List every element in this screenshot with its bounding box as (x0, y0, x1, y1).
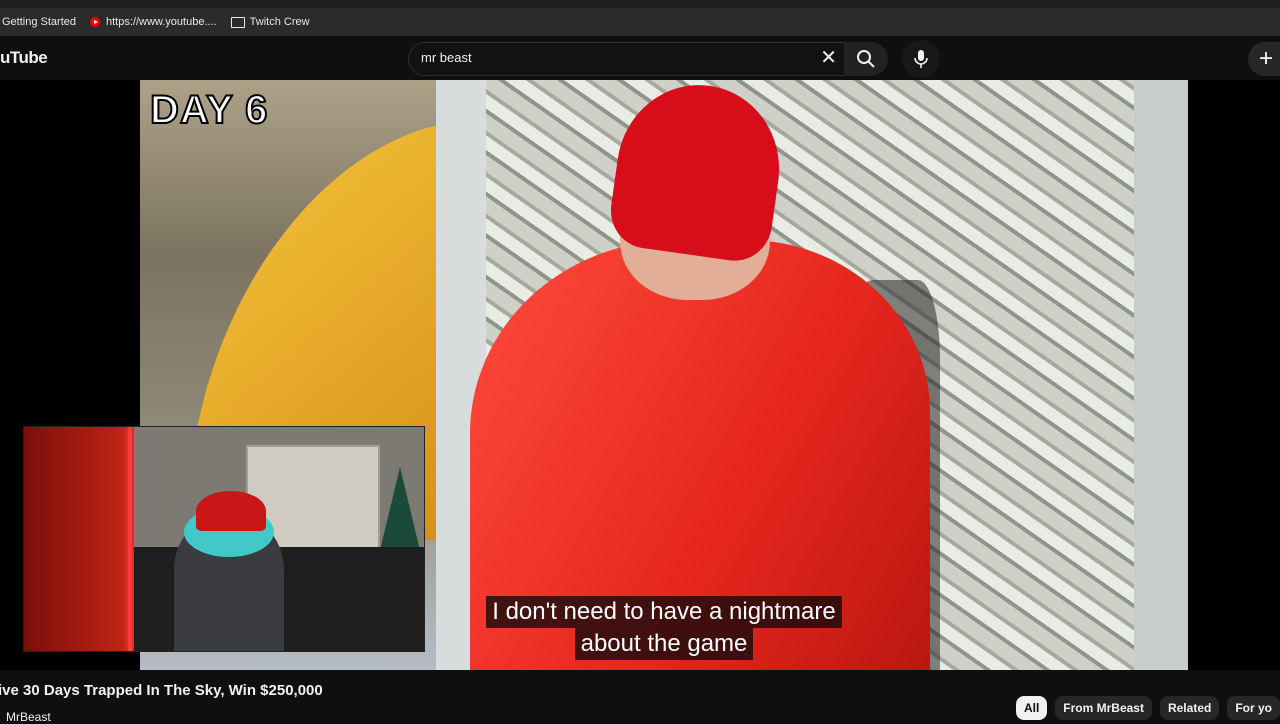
plus-icon: + (1258, 45, 1273, 72)
youtube-icon (90, 17, 100, 27)
video-door-frame-right (1134, 80, 1188, 670)
led-lights (128, 427, 132, 651)
youtube-logo[interactable]: uTube (0, 48, 48, 68)
santa-hat (196, 491, 266, 531)
chip-related[interactable]: Related (1159, 696, 1220, 720)
bookmark-youtube[interactable]: https://www.youtube.... (90, 16, 217, 28)
search-icon (857, 50, 875, 68)
related-filter-chips: All From MrBeast Related For yo (1008, 696, 1280, 720)
chip-for-you[interactable]: For yo (1227, 696, 1280, 720)
bookmark-twitch-crew[interactable]: Twitch Crew (230, 16, 310, 28)
microphone-icon (914, 50, 928, 68)
youtube-header: uTube ✕ + (0, 36, 1280, 80)
channel-name[interactable]: MrBeast (6, 710, 51, 724)
day-overlay-text: DAY 6 (149, 87, 269, 133)
chip-all[interactable]: All (1015, 696, 1048, 720)
video-player[interactable]: DAY 6 I don't need to have a nightmare a… (0, 80, 1280, 670)
caption-line: about the game (574, 628, 754, 660)
close-icon[interactable]: ✕ (820, 48, 837, 68)
video-title: ive 30 Days Trapped In The Sky, Win $250… (0, 682, 323, 699)
search-box: ✕ (408, 42, 846, 76)
search-button[interactable] (844, 42, 888, 76)
create-button[interactable]: + (1248, 42, 1280, 76)
bookmarks-bar: Getting Started https://www.youtube.... … (0, 8, 1280, 36)
voice-search-button[interactable] (902, 40, 940, 78)
folder-icon (230, 16, 245, 28)
browser-tab-strip (0, 0, 1280, 8)
search-input[interactable] (421, 50, 801, 65)
bookmark-label: Getting Started (2, 16, 76, 28)
chip-from-mrbeast[interactable]: From MrBeast (1055, 696, 1152, 720)
webcam-red-wall (24, 427, 134, 651)
webcam-overlay (23, 426, 425, 652)
bookmark-label: Twitch Crew (249, 16, 310, 28)
caption-line: I don't need to have a nightmare (486, 596, 842, 628)
bookmark-getting-started[interactable]: Getting Started (2, 16, 76, 28)
bookmark-label: https://www.youtube.... (106, 16, 217, 28)
